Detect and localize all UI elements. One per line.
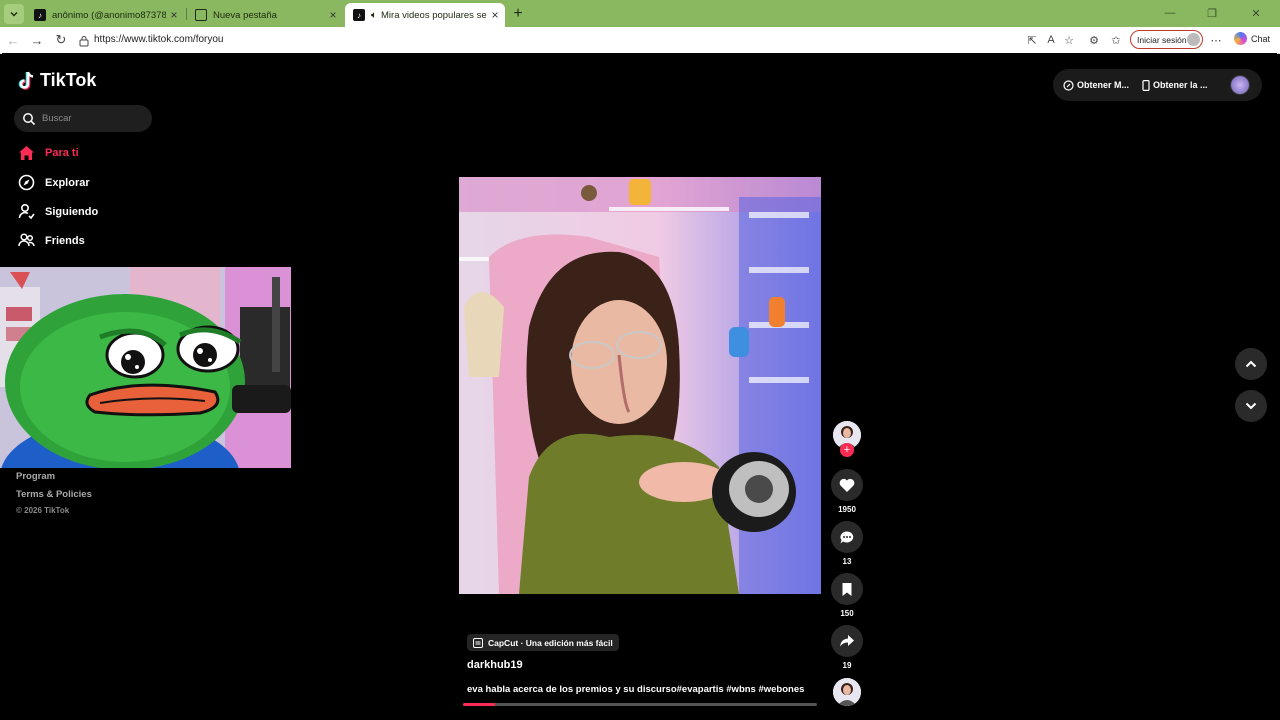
video-player[interactable] (459, 177, 821, 594)
open-in-app-icon[interactable]: ⇱ (1024, 32, 1040, 48)
top-right-actions: Obtener M... Obtener la ... (1053, 69, 1262, 101)
nav-label: Explorar (45, 176, 90, 189)
like-button[interactable] (831, 469, 863, 501)
video-description: eva habla acerca de los premios y su dis… (467, 684, 805, 695)
translate-icon[interactable]: A (1043, 32, 1059, 48)
browser-tab-new[interactable]: Nueva pestaña × (187, 3, 343, 27)
reload-icon[interactable]: ↻ (52, 31, 70, 49)
share-icon (840, 635, 854, 647)
sign-in-button[interactable]: Iniciar sesión (1130, 30, 1203, 49)
capcut-label: CapCut · Una edición más fácil (488, 637, 613, 648)
comment-icon (840, 530, 854, 543)
video-username[interactable]: darkhub19 (467, 659, 523, 671)
share-button[interactable] (831, 625, 863, 657)
close-tab-icon[interactable]: × (166, 8, 182, 22)
next-video-button[interactable] (1235, 390, 1267, 422)
favorite-star-icon[interactable]: ☆ (1061, 32, 1077, 48)
chat-label: Chat (1251, 33, 1271, 44)
nav-item-friends[interactable]: Friends (18, 232, 85, 249)
tab-title: Nueva pestaña (213, 9, 277, 21)
tiktok-favicon-icon: ♪ (34, 9, 46, 21)
chevron-down-icon (1245, 402, 1257, 410)
get-app-button[interactable]: Obtener la ... (1142, 79, 1208, 91)
nav-item-para-ti[interactable]: Para ti (18, 145, 79, 161)
speaker-icon[interactable]: 🔈︎ (371, 10, 377, 21)
search-icon (23, 112, 36, 125)
tiktok-logo[interactable]: TikTok (18, 70, 96, 91)
sign-in-label: Iniciar sesión (1137, 34, 1187, 45)
search-input[interactable]: Buscar (42, 113, 72, 124)
nav-item-explorar[interactable]: Explorar (18, 174, 90, 191)
like-count: 1950 (838, 505, 856, 514)
heart-icon (839, 478, 855, 492)
video-progress-bar[interactable] (463, 703, 817, 706)
site-info-icon[interactable] (78, 34, 90, 47)
capcut-anchor[interactable]: CapCut · Una edición más fácil (467, 634, 619, 651)
compass-icon (18, 174, 35, 191)
bookmark-icon (842, 582, 852, 596)
search-box[interactable]: Buscar (14, 105, 152, 132)
tiktok-favicon-icon: ♪ (353, 9, 365, 21)
get-coins-label: Obtener M... (1077, 80, 1130, 90)
video-progress-fill (463, 703, 495, 706)
follow-plus-button[interactable]: + (840, 443, 854, 457)
minimize-window-icon[interactable]: — (1150, 4, 1190, 22)
close-window-icon[interactable]: ✕ (1236, 4, 1276, 22)
nav-label: Friends (45, 234, 85, 247)
save-button[interactable] (831, 573, 863, 605)
home-icon (19, 146, 34, 160)
tiktok-note-icon (18, 71, 34, 90)
phone-icon (1142, 79, 1150, 91)
tab-title: anônimo (@anonimo87378) | TikTok (52, 9, 166, 21)
nav-label: Para ti (45, 147, 79, 159)
favorites-list-icon[interactable]: ✩ (1108, 32, 1124, 48)
tab-title: Mira videos populares seleccionados (381, 9, 487, 21)
overlay-meme-image (0, 267, 291, 468)
more-menu-icon[interactable]: ⋯ (1208, 32, 1224, 48)
footer-program-link[interactable]: Program (16, 471, 55, 482)
get-coins-button[interactable]: Obtener M... (1063, 79, 1130, 91)
forward-arrow-icon[interactable]: → (28, 31, 46, 49)
browser-tab-profile[interactable]: ♪ anônimo (@anonimo87378) | TikTok × (26, 3, 184, 27)
copilot-chat-button[interactable]: Chat (1234, 32, 1270, 45)
footer-copyright: © 2026 TikTok (16, 506, 70, 515)
save-count: 150 (840, 609, 854, 618)
user-avatar[interactable] (1230, 75, 1250, 95)
comment-count: 13 (842, 557, 852, 566)
close-tab-icon[interactable]: × (487, 8, 503, 22)
get-app-label: Obtener la ... (1153, 80, 1208, 90)
tab-actions-button[interactable] (4, 4, 24, 24)
logo-text: TikTok (40, 70, 97, 90)
profile-avatar-icon (1187, 33, 1200, 46)
close-tab-icon[interactable]: × (325, 8, 341, 22)
following-icon (18, 203, 35, 220)
browser-tab-active[interactable]: ♪ 🔈︎ Mira videos populares seleccionados… (345, 3, 505, 27)
chevron-down-icon (10, 12, 18, 17)
capcut-icon (473, 637, 483, 648)
comment-button[interactable] (831, 521, 863, 553)
restore-window-icon[interactable]: ❐ (1192, 4, 1232, 22)
new-tab-button[interactable]: + (508, 4, 528, 24)
coin-icon (1063, 79, 1074, 91)
friends-icon (18, 233, 35, 247)
url-field[interactable]: https://www.tiktok.com/foryou (94, 34, 224, 45)
nav-label: Siguiendo (45, 205, 99, 218)
nav-item-siguiendo[interactable]: Siguiendo (18, 203, 98, 220)
footer-terms-link[interactable]: Terms & Policies (16, 489, 92, 500)
back-arrow-icon[interactable]: ← (4, 31, 22, 49)
previous-video-button[interactable] (1235, 348, 1267, 380)
copilot-icon (1234, 32, 1247, 45)
music-author-avatar[interactable] (833, 678, 861, 706)
chevron-up-icon (1245, 360, 1257, 368)
extensions-icon[interactable]: ⚙ (1086, 32, 1102, 48)
new-tab-favicon-icon (195, 9, 207, 21)
share-count: 19 (842, 661, 852, 670)
